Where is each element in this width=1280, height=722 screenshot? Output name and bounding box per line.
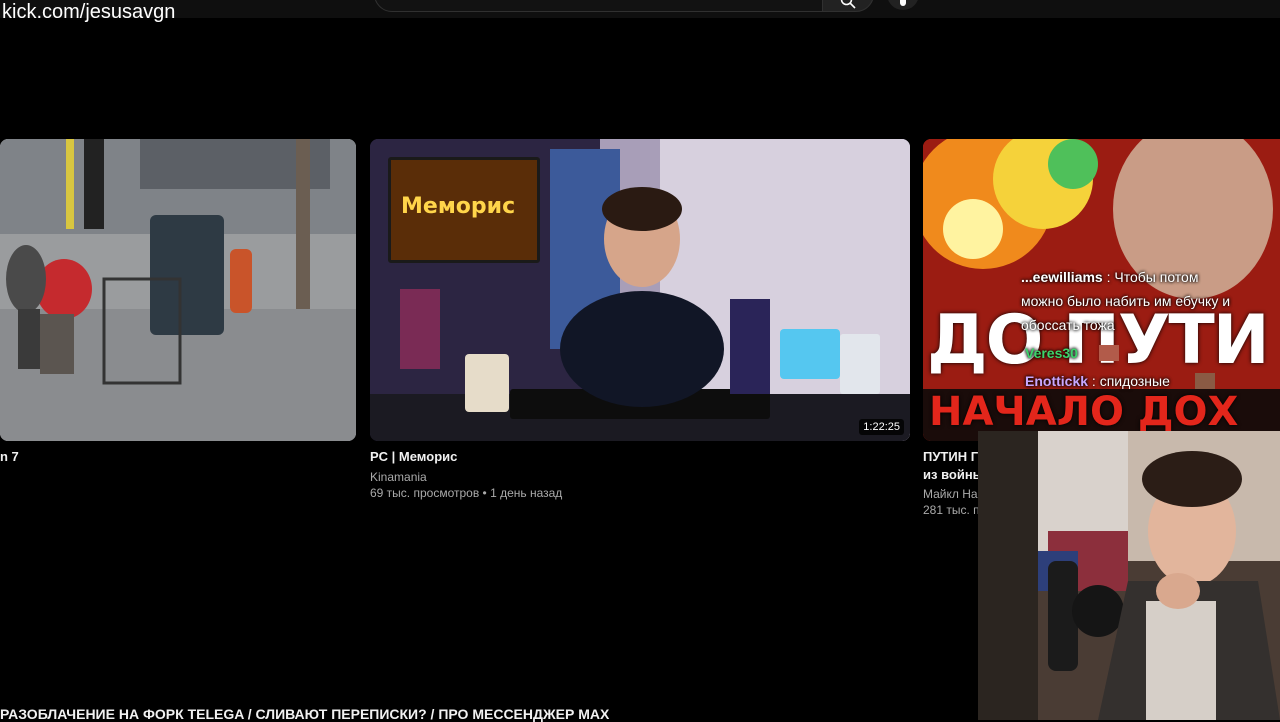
chat-message: Enottickk : спидозные [1025,373,1170,389]
video-stats-3: 281 тыс. п [923,503,980,517]
video-thumbnail-1[interactable] [0,139,356,441]
chat-emote-icon [1099,345,1119,361]
search-input[interactable] [374,0,824,12]
video-stats-2: 69 тыс. просмотров • 1 день назад [370,486,563,500]
search-icon [840,0,856,9]
memoris-sign-text: Меморис [401,194,516,219]
thumbnail-headline-top: ДО ПУТИ [927,301,1270,380]
chat-username: Veres30 [1025,345,1078,361]
search-button[interactable] [822,0,874,12]
voice-search-button[interactable] [887,0,919,10]
chat-message: можно было набить им ебучку и [1021,293,1231,309]
chat-text: Чтобы потом [1114,269,1199,285]
video-thumbnail-3[interactable]: ДО ПУТИ НАЧАЛО ДОХ ...eewilliams : Чтобы… [923,139,1280,441]
mic-icon [900,0,906,6]
chat-username: Enottickk [1025,373,1089,389]
memoris-sign: Меморис [388,157,540,263]
thumbnail-image-street [0,139,356,441]
video-title-2[interactable]: PC | Меморис [370,449,457,464]
stream-url-overlay: kick.com/jesusavgn [2,1,176,23]
chat-emote-icon [1195,373,1215,389]
chat-username: ...eewilliams [1021,269,1103,285]
video-channel-3[interactable]: Майкл На [923,487,978,501]
webcam-image [978,431,1280,720]
video-thumbnail-2[interactable]: Меморис 1:22:25 [370,139,910,441]
video-channel-2[interactable]: Kinamania [370,470,427,484]
chat-message: ...eewilliams : Чтобы потом [1021,269,1199,285]
chat-message: обоссать тожа [1021,317,1115,333]
video-duration-badge: 1:22:25 [859,419,904,435]
youtube-header [0,0,1280,18]
streamer-webcam [978,431,1280,720]
chat-text: спидозные [1099,373,1170,389]
video-title-3-line2[interactable]: из войны [923,467,984,482]
video-title-3-line1[interactable]: ПУТИН Г [923,449,978,464]
thumbnail-headline-bottom: НАЧАЛО ДОХ [929,389,1239,435]
video-title-1[interactable]: n 7 [0,449,19,464]
